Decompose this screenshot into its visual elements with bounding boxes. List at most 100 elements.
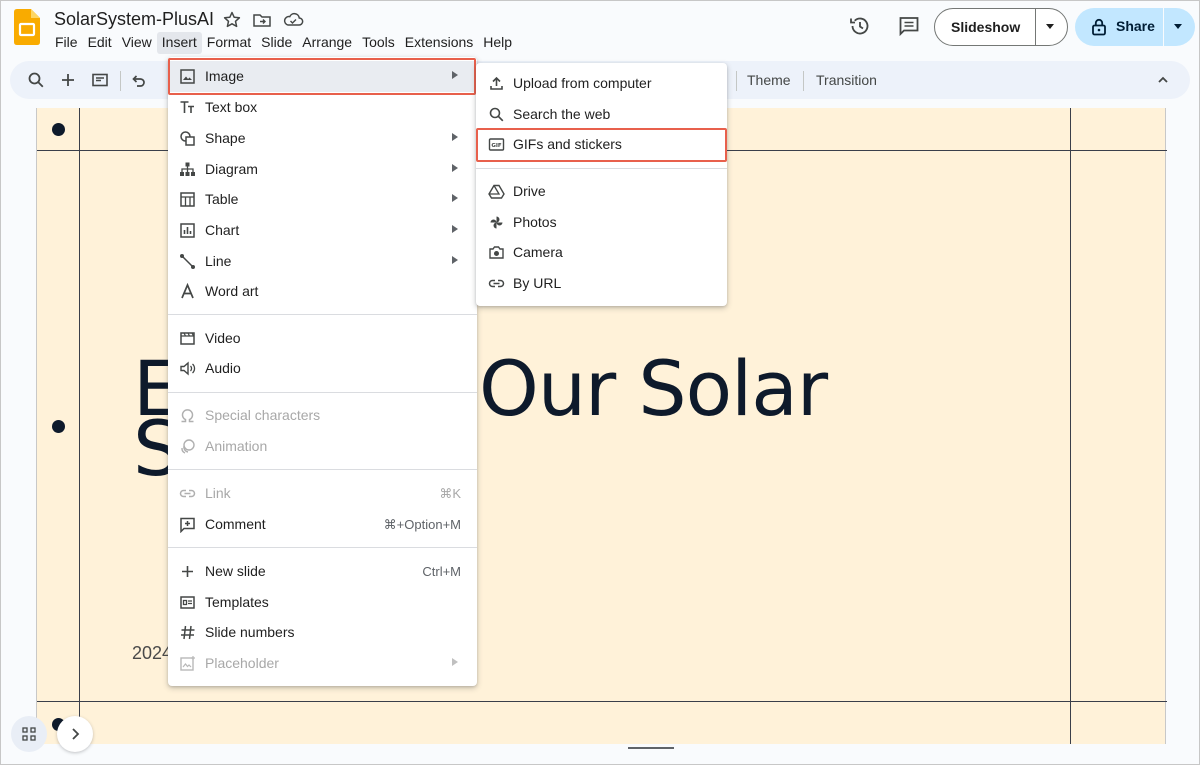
- slides-logo-icon[interactable]: [14, 9, 40, 45]
- upload-icon: [488, 75, 505, 92]
- insert-shape-item[interactable]: Shape: [168, 123, 477, 154]
- menu-edit[interactable]: Edit: [83, 32, 117, 54]
- submenu-item-label: By URL: [513, 275, 562, 291]
- menu-item-label: Table: [205, 191, 239, 207]
- menu-item-label: Templates: [205, 594, 269, 610]
- cloud-saved-icon[interactable]: [282, 10, 304, 30]
- submenu-arrow-icon: [452, 225, 458, 233]
- insert-animation-item[interactable]: Animation: [168, 431, 477, 462]
- submenu-item-label: Drive: [513, 183, 546, 199]
- menu-item-label: Chart: [205, 222, 240, 238]
- slide-guide-line: [79, 108, 80, 744]
- menu-item-label: Shape: [205, 130, 246, 146]
- image-submenu: Upload from computer Search the web GIF …: [476, 63, 727, 306]
- search-menus-icon[interactable]: [27, 71, 45, 89]
- menu-format[interactable]: Format: [202, 32, 256, 54]
- text-box-icon: [179, 99, 196, 116]
- menu-file[interactable]: File: [50, 32, 83, 54]
- menu-item-label: Diagram: [205, 161, 258, 177]
- share-divider: [1163, 8, 1164, 46]
- menu-item-label: Special characters: [205, 407, 321, 423]
- highlight-box: [476, 128, 727, 162]
- link-icon: [488, 275, 505, 292]
- video-icon: [179, 330, 196, 347]
- slide-guide-line: [1070, 108, 1071, 744]
- drive-icon: [488, 183, 505, 200]
- grid-view-button[interactable]: [11, 716, 47, 752]
- menu-item-label: Placeholder: [205, 655, 279, 671]
- insert-chart-item[interactable]: Chart: [168, 215, 477, 246]
- drive-item[interactable]: Drive: [476, 176, 727, 207]
- menu-divider: [168, 547, 477, 548]
- chevron-right-icon: [72, 728, 80, 740]
- animation-icon: [179, 438, 196, 455]
- insert-menu: Image Text box Shape Diagram Table Chart…: [168, 57, 477, 686]
- menu-item-label: Line: [205, 253, 232, 269]
- insert-templates-item[interactable]: Templates: [168, 587, 477, 618]
- insert-video-item[interactable]: Video: [168, 323, 477, 354]
- insert-line-item[interactable]: Line: [168, 246, 477, 277]
- menu-extensions[interactable]: Extensions: [400, 32, 478, 54]
- share-dropdown-icon[interactable]: [1174, 24, 1182, 29]
- bullet-dot: [52, 123, 65, 136]
- slideshow-button[interactable]: Slideshow: [934, 8, 1068, 46]
- share-button[interactable]: Share: [1075, 8, 1195, 46]
- move-folder-icon[interactable]: [252, 10, 272, 30]
- search-the-web-item[interactable]: Search the web: [476, 99, 727, 130]
- slideshow-label: Slideshow: [951, 19, 1021, 35]
- plus-icon: [179, 563, 196, 580]
- submenu-item-label: Camera: [513, 244, 563, 260]
- insert-diagram-item[interactable]: Diagram: [168, 154, 477, 185]
- menu-help[interactable]: Help: [478, 32, 517, 54]
- submenu-arrow-icon: [452, 133, 458, 141]
- menu-item-label: Video: [205, 330, 241, 346]
- menu-arrange[interactable]: Arrange: [297, 32, 357, 54]
- link-icon: [179, 485, 196, 502]
- collapse-toolbar-icon[interactable]: [1154, 71, 1172, 89]
- menu-item-label: Text box: [205, 99, 258, 115]
- photos-item[interactable]: Photos: [476, 207, 727, 238]
- menu-insert[interactable]: Insert: [156, 32, 202, 54]
- menu-tools[interactable]: Tools: [357, 32, 400, 54]
- menu-slide[interactable]: Slide: [256, 32, 297, 54]
- insert-audio-item[interactable]: Audio: [168, 353, 477, 384]
- insert-word-art-item[interactable]: Word art: [168, 276, 477, 307]
- insert-link-item[interactable]: Link ⌘K: [168, 478, 477, 509]
- slide-date-text[interactable]: 2024: [132, 643, 172, 664]
- menu-item-label: Comment: [205, 516, 266, 532]
- by-url-item[interactable]: By URL: [476, 268, 727, 299]
- insert-placeholder-item[interactable]: Placeholder: [168, 648, 477, 679]
- menu-item-label: Slide numbers: [205, 624, 295, 640]
- camera-item[interactable]: Camera: [476, 237, 727, 268]
- menu-view[interactable]: View: [117, 32, 157, 54]
- submenu-arrow-icon: [452, 658, 458, 666]
- insert-new-slide-item[interactable]: New slide Ctrl+M: [168, 556, 477, 587]
- slideshow-dropdown-icon[interactable]: [1046, 24, 1054, 29]
- diagram-icon: [179, 161, 196, 178]
- menu-divider: [168, 392, 477, 393]
- menu-divider: [476, 168, 727, 169]
- share-label: Share: [1116, 18, 1155, 34]
- audio-icon: [179, 360, 196, 377]
- transition-button[interactable]: Transition: [816, 72, 877, 88]
- camera-icon: [488, 244, 505, 261]
- star-icon[interactable]: [222, 10, 242, 30]
- resize-handle[interactable]: [628, 747, 674, 749]
- comments-icon[interactable]: [897, 14, 923, 40]
- insert-special-characters-item[interactable]: Special characters: [168, 400, 477, 431]
- version-history-icon[interactable]: [848, 14, 874, 40]
- submenu-arrow-icon: [452, 164, 458, 172]
- layout-icon[interactable]: [91, 71, 109, 89]
- insert-text-box-item[interactable]: Text box: [168, 92, 477, 123]
- undo-icon[interactable]: [129, 71, 147, 89]
- slideshow-divider: [1035, 9, 1036, 45]
- shortcut-text: Ctrl+M: [422, 564, 461, 579]
- expand-filmstrip-button[interactable]: [57, 716, 93, 752]
- insert-table-item[interactable]: Table: [168, 184, 477, 215]
- insert-comment-item[interactable]: Comment ⌘+Option+M: [168, 509, 477, 540]
- document-title[interactable]: SolarSystem-PlusAI: [54, 9, 214, 30]
- new-slide-plus-icon[interactable]: [59, 71, 77, 89]
- upload-from-computer-item[interactable]: Upload from computer: [476, 68, 727, 99]
- insert-slide-numbers-item[interactable]: Slide numbers: [168, 617, 477, 648]
- theme-button[interactable]: Theme: [747, 72, 791, 88]
